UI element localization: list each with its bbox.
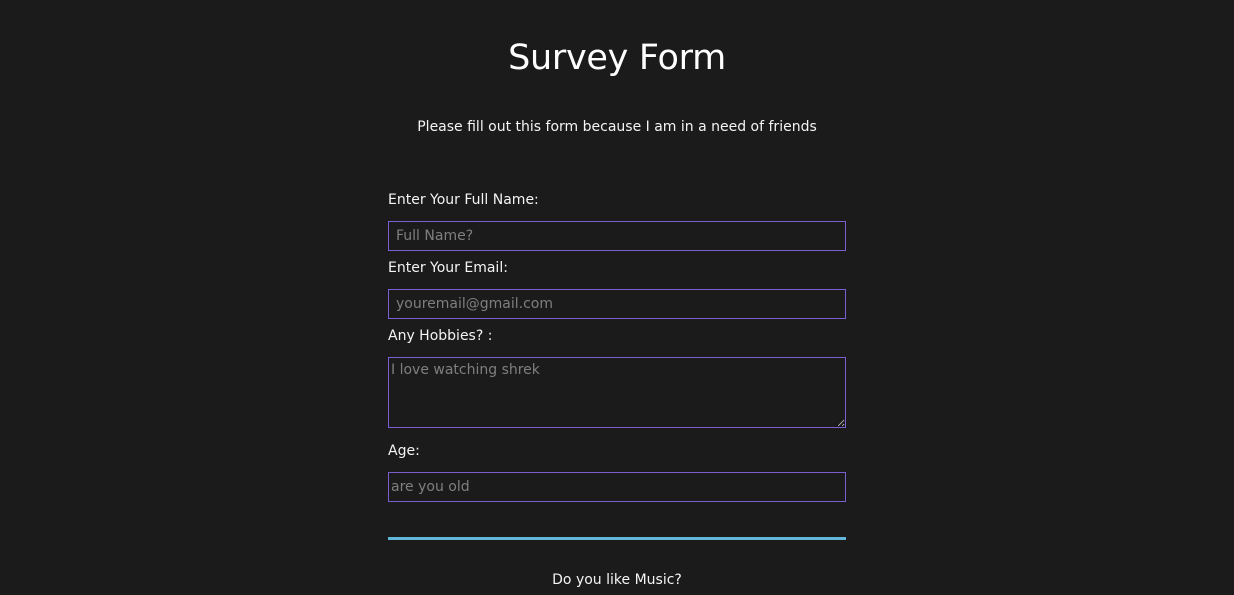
section-divider: [388, 537, 846, 540]
hobbies-label: Any Hobbies? :: [388, 328, 493, 344]
name-label: Enter Your Full Name:: [388, 192, 539, 208]
age-label: Age:: [388, 443, 420, 459]
form-description: Please fill out this form because I am i…: [417, 119, 817, 135]
music-question: Do you like Music?: [552, 572, 682, 588]
hobbies-textarea[interactable]: [388, 357, 846, 428]
email-input[interactable]: [388, 289, 846, 319]
full-name-input[interactable]: [388, 221, 846, 251]
age-input[interactable]: [388, 472, 846, 502]
page-title: Survey Form: [508, 38, 726, 78]
email-label: Enter Your Email:: [388, 260, 508, 276]
